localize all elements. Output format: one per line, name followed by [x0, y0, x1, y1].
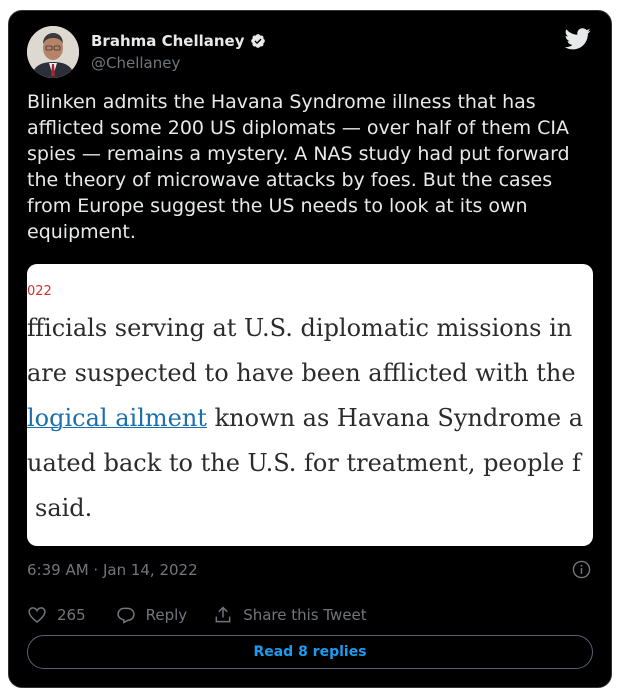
- avatar-image: [27, 26, 79, 78]
- reply-bubble-icon: [116, 607, 135, 624]
- article-line-3-text: known as Havana Syndrome a: [214, 404, 584, 432]
- author-name[interactable]: Brahma Chellaney: [91, 32, 245, 50]
- article-line-1: fficials serving at U.S. diplomatic miss…: [27, 314, 573, 342]
- tweet-media-image[interactable]: 022 fficials serving at U.S. diplomatic …: [27, 264, 593, 546]
- article-line-4: uated back to the U.S. for treatment, pe…: [27, 449, 581, 477]
- read-replies-button[interactable]: Read 8 replies: [27, 635, 593, 669]
- article-line-2: are suspected to have been afflicted wit…: [27, 359, 576, 387]
- twitter-bird-icon[interactable]: [565, 28, 591, 50]
- share-label: Share this Tweet: [243, 606, 367, 624]
- reply-label: Reply: [145, 606, 188, 624]
- tweet-actions: 265 Reply Share this Tweet: [27, 605, 367, 625]
- heart-icon: [28, 607, 46, 624]
- tweet-timestamp[interactable]: 6:39 AM · Jan 14, 2022: [27, 561, 198, 579]
- verified-badge-icon: [250, 34, 265, 48]
- like-button[interactable]: 265: [27, 605, 86, 625]
- share-button[interactable]: Share this Tweet: [213, 605, 367, 625]
- avatar[interactable]: [27, 26, 79, 78]
- tweet-text: Blinken admits the Havana Syndrome illne…: [27, 91, 576, 243]
- share-icon: [215, 606, 231, 623]
- reply-button[interactable]: Reply: [116, 605, 188, 625]
- article-line-5: said.: [35, 494, 93, 522]
- article-date-fragment: 022: [27, 284, 52, 299]
- article-line-3: logical ailment known as Havana Syndrome…: [27, 404, 583, 432]
- author-handle[interactable]: @Chellaney: [91, 54, 180, 72]
- author-name-row[interactable]: Brahma Chellaney: [91, 32, 266, 50]
- article-link: logical ailment: [27, 404, 207, 432]
- tweet-card: Brahma Chellaney @Chellaney Blinken admi…: [8, 10, 612, 688]
- like-count: 265: [57, 606, 86, 624]
- info-icon[interactable]: [572, 560, 591, 579]
